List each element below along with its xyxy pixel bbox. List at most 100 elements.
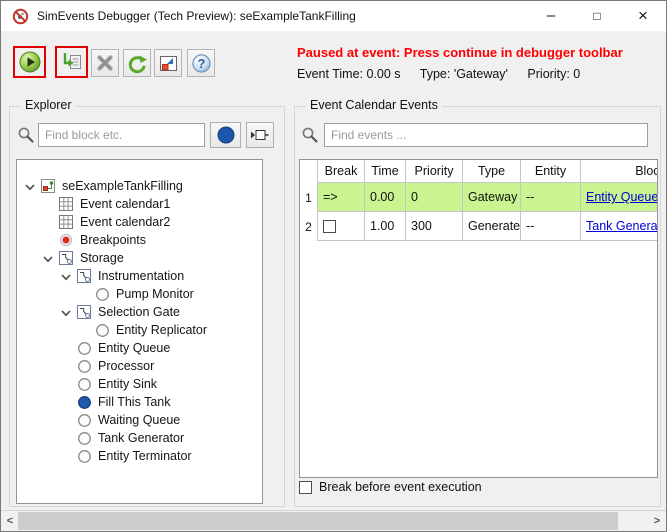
expander-chevron-down-icon[interactable] (24, 180, 36, 192)
show-in-model-button[interactable] (246, 122, 274, 148)
type-cell: Gateway (462, 183, 520, 212)
explorer-panel: Explorer seExampleTankFilling Event calen… (9, 98, 285, 507)
close-button[interactable]: × (620, 1, 666, 31)
column-header-type: Type (462, 160, 520, 183)
step-icon (63, 53, 81, 69)
event-row-2: 2 1.00300Generate-- Tank Generator (300, 212, 657, 241)
show-current-block-button[interactable] (154, 49, 182, 77)
expander-chevron-down-icon[interactable] (60, 306, 72, 318)
continue-button[interactable] (13, 46, 46, 78)
tree-item-label: Selection Gate (98, 305, 180, 319)
calendar-icon (59, 197, 73, 211)
tree-item-storage[interactable]: Storage (17, 249, 262, 267)
tree-item-label: Event calendar1 (80, 197, 171, 211)
tree-item-label: Fill This Tank (98, 395, 171, 409)
tree-item-label: Entity Sink (98, 377, 158, 391)
search-icon (18, 127, 34, 143)
tree-item-processor[interactable]: Processor (17, 357, 262, 375)
scrollbar-thumb[interactable] (18, 512, 618, 530)
tree-item-event-calendar2[interactable]: Event calendar2 (17, 213, 262, 231)
expander-chevron-down-icon[interactable] (42, 252, 54, 264)
tree-item-entity-queue[interactable]: Entity Queue (17, 339, 262, 357)
refresh-icon (128, 55, 147, 73)
column-header-priority: Priority (405, 160, 462, 183)
tree-item-label: Event calendar2 (80, 215, 171, 229)
tree-item-seexampletankfilling[interactable]: seExampleTankFilling (17, 177, 262, 195)
explorer-title: Explorer (21, 98, 76, 112)
scroll-left-button[interactable]: < (1, 511, 19, 531)
titlebar: SimEvents Debugger (Tech Preview): seExa… (1, 1, 666, 31)
subsystem-icon (77, 305, 91, 319)
block-icon (77, 377, 91, 391)
event-table: BreakTimePriorityTypeEntityBlock 1 =>0.000… (299, 159, 658, 478)
tree-item-entity-sink[interactable]: Entity Sink (17, 375, 262, 393)
help-icon: ? (191, 53, 211, 73)
block-highlight-icon (159, 55, 177, 71)
tree-item-label: Instrumentation (98, 269, 185, 283)
tree-item-label: Storage (80, 251, 124, 265)
column-header-break: Break (317, 160, 364, 183)
maximize-button[interactable]: □ (574, 1, 620, 31)
entity-cell: -- (520, 183, 580, 212)
block-search-input[interactable] (38, 123, 205, 147)
time-cell: 0.00 (364, 183, 405, 212)
step-button[interactable] (55, 46, 88, 78)
breakpoint-icon (59, 233, 73, 247)
block-icon (77, 449, 91, 463)
tree-item-label: Tank Generator (98, 431, 185, 445)
tree-item-fill-this-tank[interactable]: Fill This Tank (17, 393, 262, 411)
column-header-time: Time (364, 160, 405, 183)
event-search-input[interactable] (324, 123, 648, 147)
block-icon (77, 341, 91, 355)
scroll-right-button[interactable]: > (648, 511, 666, 531)
entity-cell: -- (520, 212, 580, 241)
time-cell: 1.00 (364, 212, 405, 241)
block-cell: Entity Queue (580, 183, 657, 212)
subsystem-icon (59, 251, 73, 265)
tree-item-entity-terminator[interactable]: Entity Terminator (17, 447, 262, 465)
block-tree: seExampleTankFilling Event calendar1 Event… (16, 159, 263, 504)
tree-item-label: Pump Monitor (116, 287, 194, 301)
tree-item-breakpoints[interactable]: Breakpoints (17, 231, 262, 249)
tree-item-selection-gate[interactable]: Selection Gate (17, 303, 262, 321)
help-button[interactable]: ? (187, 49, 215, 77)
block-selected-icon (77, 395, 91, 409)
break-before-execution-label: Break before event execution (319, 480, 482, 494)
event-priority: Priority: 0 (527, 67, 581, 81)
simulink-block-icon (251, 130, 269, 140)
quit-debugging-button[interactable] (91, 49, 119, 77)
break-cell: => (317, 183, 364, 212)
column-header-entity: Entity (520, 160, 580, 183)
tree-item-event-calendar1[interactable]: Event calendar1 (17, 195, 262, 213)
event-time: Event Time: 0.00 s (297, 67, 401, 81)
refresh-button[interactable] (123, 49, 151, 77)
type-cell: Generate (462, 212, 520, 241)
tree-item-pump-monitor[interactable]: Pump Monitor (17, 285, 262, 303)
tree-item-instrumentation[interactable]: Instrumentation (17, 267, 262, 285)
event-calendar-title: Event Calendar Events (306, 98, 442, 112)
block-link[interactable]: Entity Queue (586, 190, 657, 204)
event-row-1: 1 => 0.00 0 Gateway -- Entity Queue (300, 183, 657, 212)
tree-item-label: Waiting Queue (98, 413, 181, 427)
block-icon (77, 359, 91, 373)
priority-cell: 0 (405, 183, 462, 212)
tree-item-entity-replicator[interactable]: Entity Replicator (17, 321, 262, 339)
subsystem-icon (77, 269, 91, 283)
horizontal-scrollbar: < > (1, 510, 666, 531)
model-icon (41, 179, 55, 193)
block-link[interactable]: Tank Generator (586, 219, 657, 233)
tree-item-tank-generator[interactable]: Tank Generator (17, 429, 262, 447)
priority-cell: 300 (405, 212, 462, 241)
minimize-button[interactable]: – (528, 1, 574, 31)
break-before-execution-checkbox[interactable] (299, 480, 312, 494)
highlight-block-button[interactable] (210, 122, 241, 148)
column-header-block: Block (580, 160, 657, 183)
block-icon (95, 287, 109, 301)
row-break-checkbox[interactable] (323, 219, 336, 233)
play-icon (19, 51, 40, 73)
tree-item-waiting-queue[interactable]: Waiting Queue (17, 411, 262, 429)
calendar-icon (59, 215, 73, 229)
block-icon (77, 413, 91, 427)
block-icon (77, 431, 91, 445)
expander-chevron-down-icon[interactable] (60, 270, 72, 282)
